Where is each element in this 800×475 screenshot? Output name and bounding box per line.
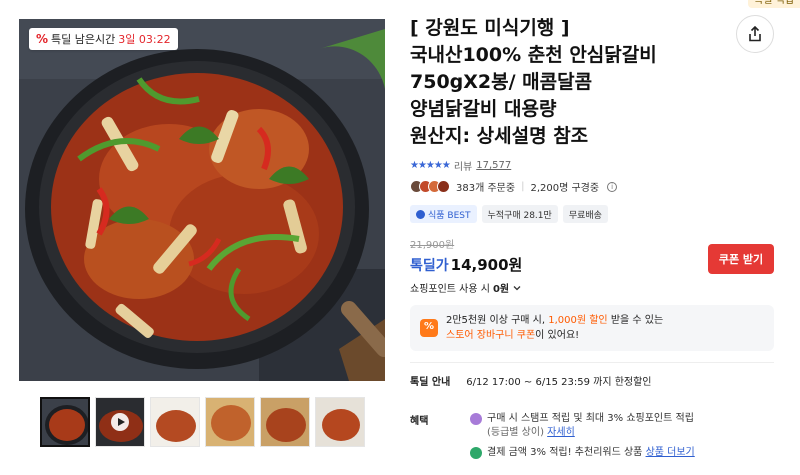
- thumbnail-image: [151, 398, 199, 446]
- info-icon[interactable]: i: [607, 181, 618, 192]
- buyer-avatars: [410, 180, 450, 193]
- point-value: 0원: [492, 284, 510, 295]
- product-title: [ 강원도 미식기행 ] 국내산100% 춘천 안심닭갈비 750gX2봉/ 매…: [410, 15, 730, 150]
- thumbnail-image: [316, 398, 364, 446]
- best-badge-icon: [416, 209, 425, 219]
- corner-tag: 특딜 적립: [748, 0, 800, 8]
- benefit-item-stamp: 구매 시 스탬프 적립 및 최대 3% 쇼핑포인트 적립 (등급별 상이) 자세…: [470, 412, 694, 440]
- title-line: [ 강원도 미식기행 ]: [410, 17, 570, 39]
- avatar: [437, 180, 450, 193]
- chevron-down-icon: [513, 285, 521, 290]
- thumbnail-5[interactable]: [260, 397, 310, 447]
- play-icon: [111, 413, 129, 431]
- benefits-label: 혜택: [410, 416, 429, 427]
- divider: [410, 362, 774, 363]
- main-product-image[interactable]: % 특딜 남은시간 3일 03:22: [19, 19, 385, 381]
- thumbnail-image: [42, 399, 88, 445]
- percent-icon: %: [36, 32, 49, 46]
- price-label: 톡딜가: [410, 258, 449, 274]
- price-row: 톡딜가 14,900원: [410, 254, 522, 275]
- viewers-count: 2,200명 구경중: [530, 183, 600, 194]
- benefit-text: 구매 시 스탬프 적립 및 최대 3% 쇼핑포인트 적립 (등급별 상이) 자세…: [487, 412, 694, 440]
- coupon-promo-banner[interactable]: 2만5천원 이상 구매 시, 1,000원 할인 받을 수 있는 스토어 장바구…: [410, 305, 774, 351]
- title-line: 원산지: 상세설명 참조: [410, 125, 589, 147]
- shopping-point-row[interactable]: 쇼핑포인트 사용 시 0원: [410, 280, 522, 295]
- details-link[interactable]: 자세히: [547, 427, 575, 438]
- benefit-line: 구매 시 스탬프 적립 및 최대 3% 쇼핑포인트 적립: [487, 413, 694, 424]
- review-count-link[interactable]: 17,577: [476, 160, 511, 171]
- title-line: 양념닭갈비 대용량: [410, 98, 557, 120]
- promo-text: 2만5천원 이상 구매 시, 1,000원 할인 받을 수 있는 스토어 장바구…: [446, 313, 663, 343]
- deal-info-row: 톡딜 안내 6/12 17:00 ~ 6/15 23:59 까지 한정할인: [410, 373, 652, 388]
- deal-timer-label: 특딜 남은시간: [51, 33, 116, 46]
- promo-highlight: 1,000원 할인: [548, 315, 608, 326]
- promo-text-part: 이 있어요!: [535, 330, 580, 341]
- promo-text-part: 받을 수 있는: [607, 315, 664, 326]
- separator: |: [521, 181, 525, 192]
- promo-line-2: 스토어 장바구니 쿠폰이 있어요!: [446, 328, 663, 343]
- chip-label: 식품 BEST: [428, 210, 471, 221]
- benefit-line: (등급별 상이) 자세히: [487, 426, 694, 440]
- title-line: 국내산100% 춘천 안심닭갈비: [410, 44, 657, 66]
- social-proof-row: 383개 주문중 | 2,200명 구경중 i: [410, 179, 618, 194]
- thumbnail-image: [206, 398, 254, 446]
- share-icon: [749, 26, 761, 42]
- review-label: 리뷰: [453, 162, 473, 173]
- benefit-line: 결제 금액 3% 적립! 추천리워드 상품: [487, 447, 643, 458]
- reward-icon: [470, 447, 482, 459]
- benefit-text: 결제 금액 3% 적립! 추천리워드 상품 상품 더보기: [487, 446, 695, 460]
- chip-food-best[interactable]: 식품 BEST: [410, 205, 477, 223]
- dakgalbi-pan-illustration: [19, 19, 385, 381]
- original-price: 21,900원: [410, 240, 455, 251]
- thumbnail-6[interactable]: [315, 397, 365, 447]
- thumbnail-video[interactable]: [95, 397, 145, 447]
- title-line: 750gX2봉/ 매콤달콤: [410, 71, 593, 93]
- deal-info-value: 6/12 17:00 ~ 6/15 23:59 까지 한정할인: [466, 377, 652, 388]
- deal-timer-badge: % 특딜 남은시간 3일 03:22: [29, 28, 178, 50]
- thumbnail-3[interactable]: [150, 397, 200, 447]
- deal-info-label: 톡딜 안내: [410, 377, 451, 388]
- discount-icon: [420, 319, 438, 337]
- thumbnail-1[interactable]: [40, 397, 90, 447]
- thumbnail-image: [261, 398, 309, 446]
- promo-line-1: 2만5천원 이상 구매 시, 1,000원 할인 받을 수 있는: [446, 313, 663, 328]
- benefit-item-reward: 결제 금액 3% 적립! 추천리워드 상품 상품 더보기: [470, 446, 695, 460]
- deal-timer-value: 3일 03:22: [118, 33, 171, 46]
- star-rating-icon: ★★★★★: [410, 160, 451, 171]
- point-icon: [470, 413, 482, 425]
- benefit-note: (등급별 상이): [487, 427, 544, 438]
- promo-text-part: 2만5천원 이상 구매 시,: [446, 315, 549, 326]
- rating-row: ★★★★★ 리뷰 17,577: [410, 158, 511, 173]
- orders-count: 383개 주문중: [456, 183, 516, 194]
- point-label: 쇼핑포인트 사용 시: [410, 284, 490, 295]
- share-button[interactable]: [736, 15, 774, 53]
- more-products-link[interactable]: 상품 더보기: [646, 447, 695, 458]
- thumbnail-4[interactable]: [205, 397, 255, 447]
- coupon-button[interactable]: 쿠폰 받기: [708, 244, 774, 274]
- chip-cumulative-purchase: 누적구매 28.1만: [481, 205, 558, 223]
- chip-free-shipping: 무료배송: [562, 205, 608, 223]
- thumbnail-strip: [40, 397, 365, 447]
- sale-price: 14,900원: [450, 256, 523, 274]
- promo-highlight: 스토어 장바구니 쿠폰: [446, 330, 536, 341]
- badge-chips: 식품 BEST 누적구매 28.1만 무료배송: [410, 205, 608, 223]
